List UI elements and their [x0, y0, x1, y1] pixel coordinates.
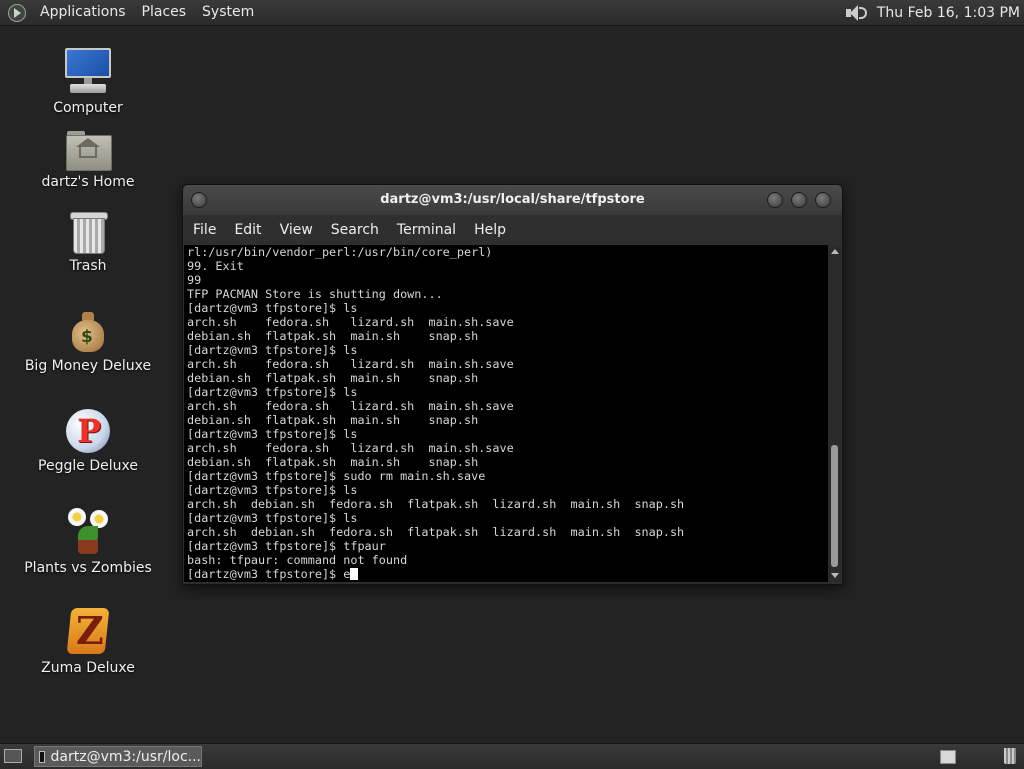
terminal-line: arch.sh fedora.sh lizard.sh main.sh.save: [187, 357, 514, 371]
desktop-icon-big-money[interactable]: $ Big Money Deluxe: [23, 310, 153, 374]
terminal-line: arch.sh fedora.sh lizard.sh main.sh.save: [187, 441, 514, 455]
terminal-line: debian.sh flatpak.sh main.sh snap.sh: [187, 371, 479, 385]
terminal-line: [dartz@vm3 tfpstore]$ ls: [187, 483, 358, 497]
speaker-icon[interactable]: [845, 4, 867, 22]
money-bag-icon: $: [68, 310, 108, 354]
terminal-line: bash: tfpaur: command not found: [187, 553, 408, 567]
top-panel: Applications Places System Thu Feb 16, 1…: [0, 0, 1024, 26]
zuma-icon: Z: [66, 606, 110, 656]
terminal-line: rl:/usr/bin/vendor_perl:/usr/bin/core_pe…: [187, 245, 493, 259]
vertical-scrollbar[interactable]: [828, 245, 841, 582]
terminal-icon: [39, 750, 45, 763]
menu-terminal[interactable]: Terminal: [388, 215, 465, 245]
desktop-icon-label: Computer: [53, 100, 123, 116]
desktop-icon-label: Zuma Deluxe: [41, 660, 135, 676]
show-desktop-icon[interactable]: [4, 749, 22, 763]
terminal-line: [dartz@vm3 tfpstore]$ ls: [187, 343, 358, 357]
plants-icon: [64, 506, 112, 556]
terminal-line: TFP PACMAN Store is shutting down...: [187, 287, 443, 301]
terminal-menubar: File Edit View Search Terminal Help: [183, 215, 842, 245]
close-button[interactable]: [815, 192, 831, 208]
desktop-icon-home[interactable]: dartz's Home: [23, 130, 153, 190]
desktop-icon-peggle[interactable]: P Peggle Deluxe: [23, 408, 153, 474]
terminal-line: [dartz@vm3 tfpstore]$ sudo rm main.sh.sa…: [187, 469, 486, 483]
scrollbar-thumb[interactable]: [831, 445, 838, 567]
desktop-icon-label: Plants vs Zombies: [24, 560, 152, 576]
terminal-line: arch.sh debian.sh fedora.sh flatpak.sh l…: [187, 525, 685, 539]
desktop-icon-plants-vs-zombies[interactable]: Plants vs Zombies: [23, 506, 153, 576]
clock[interactable]: Thu Feb 16, 1:03 PM: [877, 5, 1020, 21]
terminal-window[interactable]: dartz@vm3:/usr/local/share/tfpstore File…: [182, 184, 843, 585]
terminal-prompt-line[interactable]: [dartz@vm3 tfpstore]$ e: [184, 567, 828, 581]
menu-places[interactable]: Places: [134, 0, 195, 25]
terminal-line: [dartz@vm3 tfpstore]$ ls: [187, 427, 358, 441]
menu-system[interactable]: System: [194, 0, 262, 25]
terminal-line: [dartz@vm3 tfpstore]$ ls: [187, 301, 358, 315]
menu-view[interactable]: View: [271, 215, 322, 245]
bottom-panel: dartz@vm3:/usr/loc...: [0, 743, 1024, 769]
desktop-icon-trash[interactable]: Trash: [23, 210, 153, 274]
window-title: dartz@vm3:/usr/local/share/tfpstore: [380, 192, 645, 207]
text-cursor: [350, 568, 359, 580]
menu-search[interactable]: Search: [322, 215, 388, 245]
minimize-button[interactable]: [767, 192, 783, 208]
terminal-line: arch.sh debian.sh fedora.sh flatpak.sh l…: [187, 497, 685, 511]
taskbar-button-terminal[interactable]: dartz@vm3:/usr/loc...: [34, 746, 202, 767]
maximize-button[interactable]: [791, 192, 807, 208]
terminal-line: [dartz@vm3 tfpstore]$ ls: [187, 511, 358, 525]
desktop-icon-label: Trash: [69, 258, 107, 274]
terminal-line: arch.sh fedora.sh lizard.sh main.sh.save: [187, 399, 514, 413]
menu-file[interactable]: File: [183, 215, 225, 245]
workspace-switcher[interactable]: [940, 750, 956, 764]
terminal-line: debian.sh flatpak.sh main.sh snap.sh: [187, 413, 479, 427]
menu-edit[interactable]: Edit: [225, 215, 270, 245]
terminal-line: [dartz@vm3 tfpstore]$ ls: [187, 385, 358, 399]
terminal-line: debian.sh flatpak.sh main.sh snap.sh: [187, 455, 479, 469]
scroll-down-arrow-icon[interactable]: [831, 573, 839, 578]
desktop-icon-zuma[interactable]: Z Zuma Deluxe: [23, 606, 153, 676]
trash-applet-icon[interactable]: [1004, 748, 1016, 764]
computer-icon: [64, 46, 112, 96]
menu-help[interactable]: Help: [465, 215, 515, 245]
terminal-titlebar[interactable]: dartz@vm3:/usr/local/share/tfpstore: [183, 185, 842, 215]
desktop-icon-computer[interactable]: Computer: [23, 46, 153, 116]
distro-logo-icon[interactable]: [8, 3, 26, 22]
prompt-text: [dartz@vm3 tfpstore]$ e: [187, 567, 351, 581]
menu-applications[interactable]: Applications: [32, 0, 134, 25]
peggle-icon: P: [65, 408, 111, 454]
trash-icon: [68, 210, 108, 254]
terminal-line: 99. Exit: [187, 259, 244, 273]
taskbar-button-label: dartz@vm3:/usr/loc...: [50, 748, 201, 765]
terminal-line: debian.sh flatpak.sh main.sh snap.sh: [187, 329, 479, 343]
terminal-line: [dartz@vm3 tfpstore]$ tfpaur: [187, 539, 386, 553]
desktop-icon-label: Big Money Deluxe: [24, 358, 152, 374]
home-folder-icon: [65, 130, 112, 171]
scroll-up-arrow-icon[interactable]: [831, 249, 839, 254]
terminal-line: 99: [187, 273, 202, 287]
terminal-line: arch.sh fedora.sh lizard.sh main.sh.save: [187, 315, 514, 329]
terminal-text: rl:/usr/bin/vendor_perl:/usr/bin/core_pe…: [184, 245, 828, 567]
desktop-icon-label: Peggle Deluxe: [38, 458, 138, 474]
terminal-output[interactable]: rl:/usr/bin/vendor_perl:/usr/bin/core_pe…: [184, 245, 828, 582]
desktop-icon-label: dartz's Home: [41, 174, 135, 190]
